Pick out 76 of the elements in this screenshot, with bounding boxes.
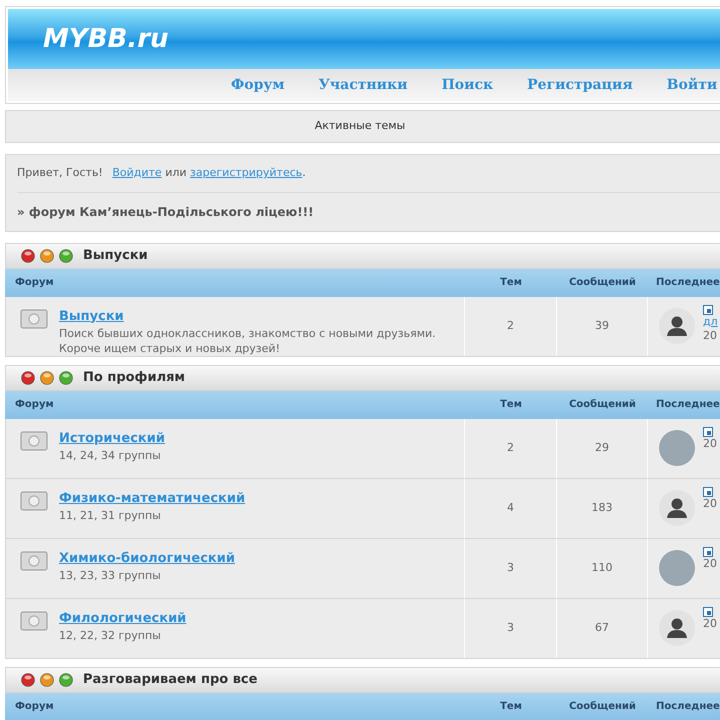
forum-icon bbox=[20, 490, 48, 512]
posts-count: 110 bbox=[557, 538, 648, 598]
avatar-silhouette-icon bbox=[659, 490, 695, 526]
window-dot-icon bbox=[21, 248, 35, 262]
window-dot-icon bbox=[21, 370, 35, 384]
forum-link[interactable]: Выпуски bbox=[59, 306, 464, 326]
column-header: Тем bbox=[499, 398, 523, 412]
window-dot-icon bbox=[40, 370, 54, 384]
avatar-photo-placeholder bbox=[659, 550, 695, 586]
posts-count: 67 bbox=[557, 598, 648, 658]
window-dot-icon bbox=[59, 672, 73, 686]
nav-link[interactable]: Форум bbox=[231, 74, 285, 96]
post-icon bbox=[703, 606, 713, 616]
column-header: Сообщений bbox=[568, 398, 637, 412]
login-link[interactable]: Войдите bbox=[112, 166, 162, 179]
forum-icon bbox=[20, 550, 48, 572]
forum-description: 14, 24, 34 группы bbox=[59, 448, 162, 463]
forum-description: 12, 22, 32 группы bbox=[59, 628, 162, 643]
window-dot-icon bbox=[40, 672, 54, 686]
register-link[interactable]: зарегистрируйтесь bbox=[190, 166, 302, 179]
last-post-date: 20 bbox=[703, 328, 718, 342]
posts-count: 183 bbox=[557, 478, 648, 538]
posts-count: 39 bbox=[557, 296, 648, 356]
window-dot-icon bbox=[59, 248, 73, 262]
forum-link[interactable]: Физико-математический bbox=[59, 488, 246, 508]
avatar-silhouette-icon bbox=[659, 308, 695, 344]
forum-title: » форум Кам’янець-Подільського ліцею!!! bbox=[17, 204, 315, 221]
column-header: Последнее bbox=[655, 700, 720, 714]
column-header: Форум bbox=[14, 276, 55, 290]
column-header: Форум bbox=[14, 398, 55, 412]
last-post-link[interactable]: дл bbox=[703, 314, 718, 328]
forum-link[interactable]: Химико-биологический bbox=[59, 548, 235, 568]
avatar-photo-placeholder bbox=[659, 430, 695, 466]
window-dot-icon bbox=[21, 672, 35, 686]
topics-count: 2 bbox=[465, 418, 557, 478]
column-header: Сообщений bbox=[568, 700, 637, 714]
forum-description: 11, 21, 31 группы bbox=[59, 508, 162, 523]
active-topics-link[interactable]: Активные темы bbox=[314, 118, 406, 135]
forum-link[interactable]: Исторический bbox=[59, 428, 165, 448]
last-post-date: 20 bbox=[703, 556, 717, 570]
post-icon bbox=[703, 546, 713, 556]
last-post-date: 20 bbox=[703, 616, 717, 630]
forum-icon bbox=[20, 610, 48, 632]
column-header: Тем bbox=[499, 276, 523, 290]
post-icon bbox=[703, 426, 713, 436]
posts-count: 29 bbox=[557, 418, 648, 478]
window-dot-icon bbox=[40, 248, 54, 262]
column-header: Тем bbox=[499, 700, 523, 714]
forum-description: 13, 23, 33 группы bbox=[59, 568, 162, 583]
forum-icon bbox=[20, 430, 48, 452]
forum-icon bbox=[20, 308, 48, 330]
site-logo[interactable]: MYBB.ru bbox=[43, 20, 169, 58]
post-icon bbox=[703, 304, 713, 314]
category-title: Разговариваем про все bbox=[83, 670, 258, 689]
column-header: Последнее bbox=[655, 276, 720, 290]
nav-link[interactable]: Поиск bbox=[442, 74, 494, 96]
forum-link[interactable]: Филологический bbox=[59, 608, 186, 628]
column-header: Форум bbox=[14, 700, 55, 714]
window-dot-icon bbox=[59, 370, 73, 384]
post-icon bbox=[703, 486, 713, 496]
category-title: Выпуски bbox=[83, 246, 148, 265]
topics-count: 3 bbox=[465, 598, 557, 658]
last-post-date: 20 bbox=[703, 496, 717, 510]
nav-link[interactable]: Войти bbox=[666, 74, 718, 96]
column-header: Сообщений bbox=[568, 276, 637, 290]
topics-count: 4 bbox=[465, 478, 557, 538]
topics-count: 3 bbox=[465, 538, 557, 598]
topics-count: 2 bbox=[465, 296, 557, 356]
nav-link[interactable]: Участники bbox=[318, 74, 408, 96]
nav-link[interactable]: Регистрация bbox=[527, 74, 633, 96]
greeting-text: Привет, Гость! Войдите или зарегистрируйтесь. bbox=[17, 155, 720, 192]
forum-description: Поиск бывших одноклассников, знакомство с новыми друзьями. Короче ищем старых и новых друзей! bbox=[59, 326, 437, 356]
last-post-date: 20 bbox=[703, 436, 717, 450]
column-header: Последнее bbox=[655, 398, 720, 412]
category-title: По профилям bbox=[83, 368, 186, 387]
avatar-silhouette-icon bbox=[659, 610, 695, 646]
